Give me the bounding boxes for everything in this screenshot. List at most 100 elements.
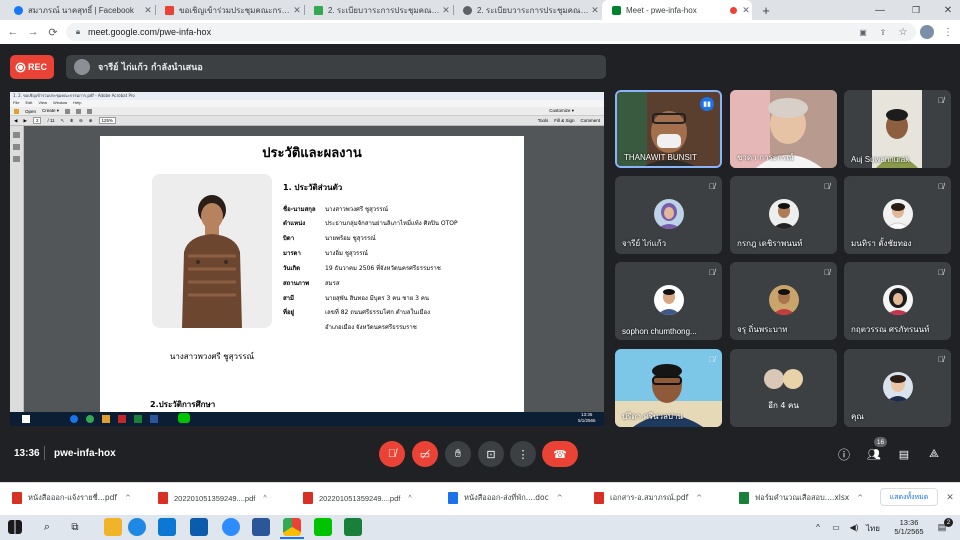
prev-page-icon[interactable]: ◀ [14, 118, 17, 124]
people-icon[interactable]: 👥︎ [866, 446, 882, 462]
close-tab-icon[interactable]: ✕ [142, 5, 154, 16]
camera-off-button[interactable]: ▭̸ [412, 441, 438, 467]
camera-in-use-icon[interactable]: ▣ [856, 25, 870, 39]
chevron-up-icon[interactable]: ^ [263, 495, 266, 502]
file-explorer-icon[interactable] [104, 518, 122, 536]
mic-off-button[interactable]: 🎙̸ [379, 441, 405, 467]
hand-tool-icon[interactable]: ✋︎ [70, 118, 73, 123]
email-icon[interactable] [87, 108, 93, 114]
tab-drive[interactable]: 2. ระเบียบวาระการประชุมคณะกรรมการ ✕ [304, 0, 452, 20]
minimize-window-icon[interactable]: — [872, 2, 888, 18]
close-tab-icon[interactable]: ✕ [440, 5, 452, 16]
page-number-input[interactable]: 2 [32, 117, 42, 124]
mail-icon[interactable] [158, 518, 176, 536]
activities-icon[interactable]: ⟁ [926, 446, 942, 462]
participant-tile[interactable]: 🎙̸ กรกฎ เดชิราพนนท์ [730, 176, 837, 254]
print-icon[interactable] [76, 108, 82, 114]
zoom-input[interactable]: 125% [98, 117, 117, 124]
participant-tile[interactable]: 🎙̸ ปรีดา ศรีนวลปาน [615, 349, 722, 427]
participant-tile-others[interactable]: อีก 4 คน [730, 349, 837, 427]
menu-help[interactable]: Help [73, 100, 81, 107]
profile-avatar[interactable] [920, 25, 934, 39]
participant-tile[interactable]: 🎙̸ มนทิรา ตั้งชัยทอง [844, 176, 951, 254]
url-text[interactable]: meet.google.com/pwe-infa-hox [88, 27, 211, 37]
chevron-up-icon[interactable]: ^ [408, 495, 411, 502]
create-button[interactable]: Create ▾ [42, 108, 59, 114]
pages-panel-icon[interactable] [13, 132, 20, 138]
download-item[interactable]: หนังสือออก-ส่งที่พัก....doc ^ [448, 488, 563, 508]
download-item[interactable]: ฟอร์มคำนวณเสือสอบ....xlsx ^ [739, 488, 863, 508]
raise-hand-button[interactable]: ✋︎ [445, 441, 471, 467]
share-icon[interactable]: ⇪ [876, 25, 890, 39]
tab-gmail[interactable]: ขอเชิญเข้าร่วมประชุมคณะกรรมการ ✕ [155, 0, 303, 20]
chevron-up-icon[interactable]: ^ [557, 494, 563, 502]
next-page-icon[interactable]: ▶ [23, 118, 26, 124]
outlook-icon[interactable] [190, 518, 208, 536]
volume-icon[interactable]: ◀︎) [848, 520, 860, 534]
open-button[interactable]: Open [25, 109, 36, 114]
chevron-up-icon[interactable]: ^ [125, 494, 131, 502]
participant-tile[interactable]: 🎙̸ จารีย์ ไก่แก้ว [615, 176, 722, 254]
comment-tab[interactable]: Comment [580, 118, 600, 123]
chat-icon[interactable]: ▤ [896, 446, 912, 462]
download-item[interactable]: เอกสาร-อ.สมาภรณ์.pdf ^ [594, 488, 702, 508]
save-icon[interactable] [65, 108, 71, 114]
windows-start-icon[interactable] [8, 520, 22, 534]
tab-web[interactable]: 2. ระเบียบวาระการประชุมคณะกรรมการ ✕ [453, 0, 601, 20]
show-all-downloads-button[interactable]: แสดงทั้งหมด [880, 488, 938, 506]
maximize-window-icon[interactable]: ❐ [908, 2, 924, 18]
participant-tile[interactable]: 🎙̸ จรุ ถิ่นพระบาท [730, 262, 837, 340]
participant-tile[interactable]: ชาดา การะกรณ์ [730, 90, 837, 168]
present-screen-button[interactable]: ⊡ [478, 441, 504, 467]
close-tab-icon[interactable]: ✕ [740, 5, 752, 16]
excel-app-icon[interactable] [344, 518, 362, 536]
fill-sign-tab[interactable]: Fill & Sign [554, 118, 574, 123]
customize-button[interactable]: Customize ▾ [549, 108, 574, 114]
tools-tab[interactable]: Tools [538, 118, 549, 123]
chrome-app-icon[interactable] [283, 518, 301, 536]
tab-meet[interactable]: Meet - pwe-infa-hox ✕ [602, 0, 752, 20]
new-tab-button[interactable]: + [758, 2, 774, 18]
menu-view[interactable]: View [38, 100, 47, 107]
more-options-button[interactable]: ⋮ [510, 441, 536, 467]
menu-file[interactable]: File [13, 100, 19, 107]
system-clock[interactable]: 13:36 5/1/2565 [890, 518, 928, 536]
menu-kebab-icon[interactable]: ⋮ [942, 25, 954, 39]
zoom-out-icon[interactable]: ⊖ [79, 118, 83, 124]
menu-edit[interactable]: Edit [25, 100, 32, 107]
close-window-icon[interactable]: ✕ [940, 2, 956, 18]
search-icon[interactable]: ⌕ [38, 518, 56, 536]
word-app-icon[interactable] [252, 518, 270, 536]
attachments-panel-icon[interactable] [13, 156, 20, 162]
participant-tile[interactable]: 🎙̸ กฤตวรรณ ศรภัทรนนท์ [844, 262, 951, 340]
zoom-in-icon[interactable]: ⊕ [89, 118, 93, 124]
forward-icon[interactable]: → [26, 24, 40, 40]
bookmark-star-icon[interactable]: ☆ [896, 25, 910, 39]
select-tool-icon[interactable]: ↖ [61, 118, 65, 124]
close-tab-icon[interactable]: ✕ [291, 5, 303, 16]
info-icon[interactable]: ⓘ [836, 446, 852, 462]
download-item[interactable]: หนังสือออก-แจ้งรายชื่...pdf ^ [12, 488, 131, 508]
leave-call-button[interactable]: ☎︎ [542, 441, 578, 467]
tab-facebook[interactable]: สมาภรณ์ นาคสุทธิ์ | Facebook ✕ [4, 0, 154, 20]
chevron-up-icon[interactable]: ^ [696, 494, 702, 502]
lock-icon[interactable]: 🔒︎ [73, 26, 83, 38]
close-downloads-icon[interactable]: ✕ [944, 490, 956, 504]
participant-tile[interactable]: 🎙̸ sophon chumthong... [615, 262, 722, 340]
menu-window[interactable]: Window [53, 100, 67, 107]
bookmarks-panel-icon[interactable] [13, 144, 20, 150]
zoom-icon[interactable] [222, 518, 240, 536]
line-app-icon[interactable] [314, 518, 332, 536]
input-language[interactable]: ไทย [866, 522, 880, 535]
participant-tile-self[interactable]: 🎙̸ คุณ [844, 349, 951, 427]
reload-icon[interactable]: ⟳ [46, 24, 60, 40]
network-icon[interactable]: ▭ [830, 520, 842, 534]
participant-tile[interactable]: ▮▮ THANAWIT BUNSIT [615, 90, 722, 168]
tray-overflow-icon[interactable]: ^ [812, 520, 824, 534]
chevron-up-icon[interactable]: ^ [857, 494, 863, 502]
back-icon[interactable]: ← [6, 24, 20, 40]
participant-tile[interactable]: 🎙̸ Auj Suwannurak [844, 90, 951, 168]
download-item[interactable]: 202201051359249....pdf ^ [303, 488, 412, 508]
task-view-icon[interactable]: ⧉ [66, 518, 84, 536]
recording-indicator[interactable]: REC [10, 55, 54, 79]
